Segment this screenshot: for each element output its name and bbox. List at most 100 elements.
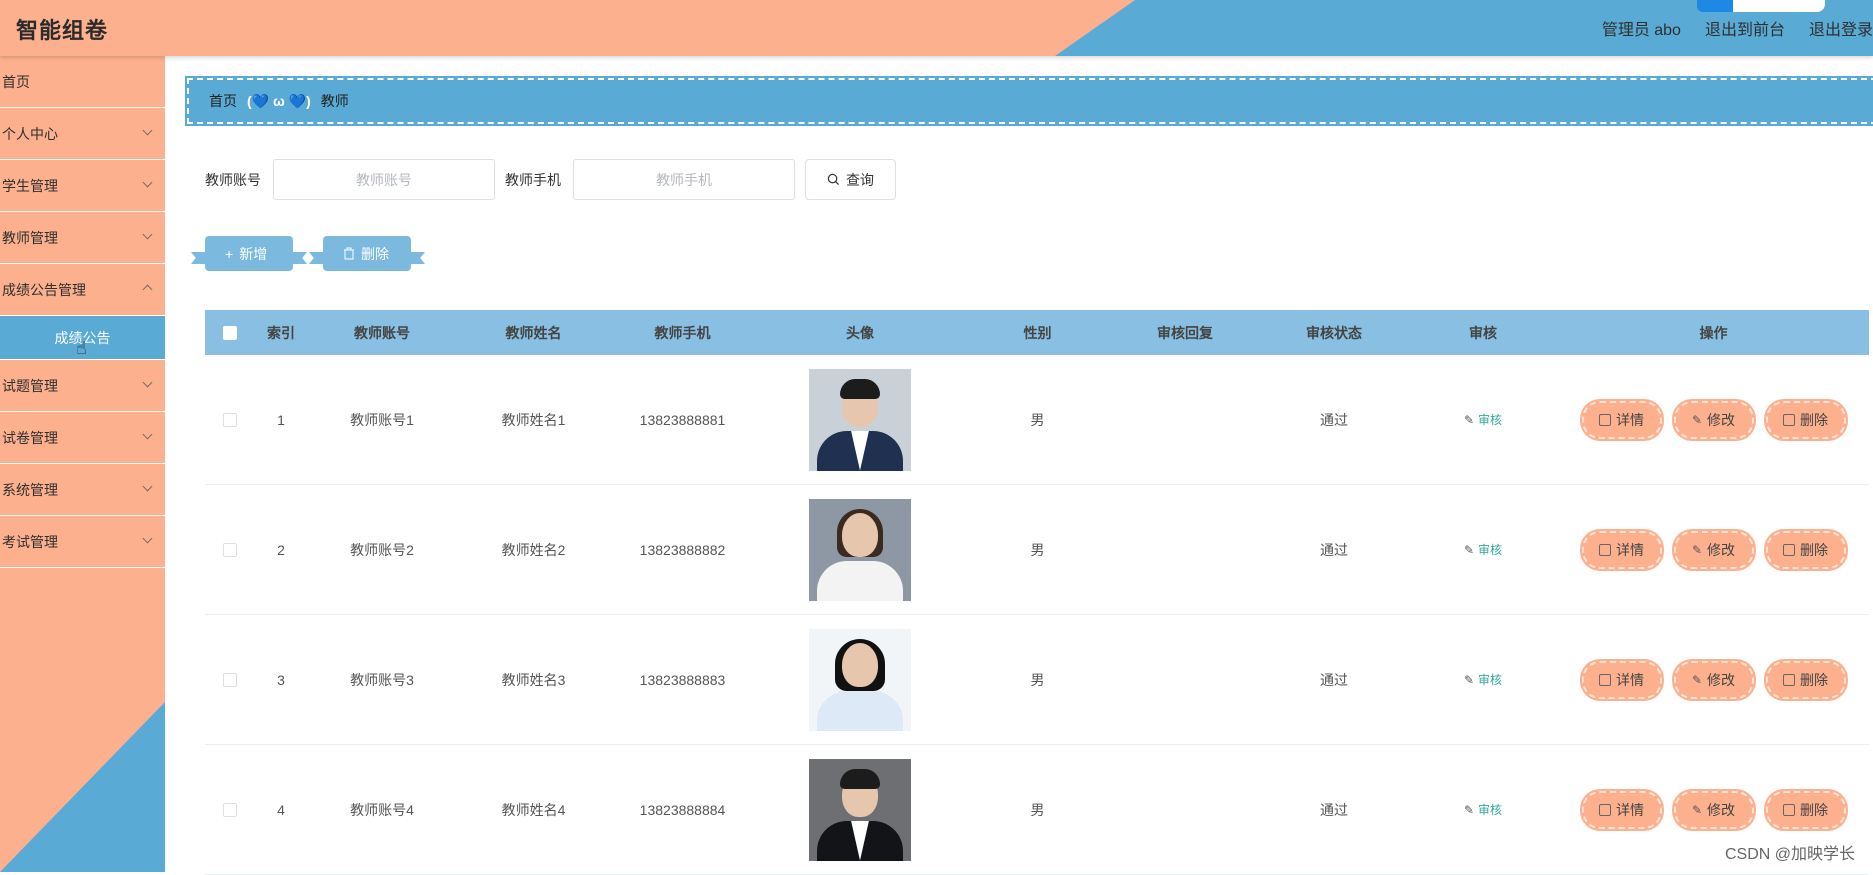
audit-link[interactable]: ✎ 审核 [1464,671,1502,688]
edit-button[interactable]: ✎修改 [1674,791,1754,829]
audit-link-label: 审核 [1478,671,1502,688]
cell-index: 1 [255,412,307,428]
sidebar-item-system-management[interactable]: 系统管理 [0,464,165,516]
chevron-down-icon [143,534,153,544]
audit-link-label: 审核 [1478,541,1502,558]
delete-button-label: 删除 [1800,800,1828,820]
add-button[interactable]: + 新增 [205,236,293,271]
edit-button[interactable]: ✎ 修改 [1674,661,1754,699]
cell-status: 通过 [1260,800,1408,820]
admin-user-label: 管理员 abo [1602,16,1681,40]
chevron-down-icon [143,482,153,492]
sidebar-item-label: 教师管理 [2,228,58,248]
pen-icon: ✎ [1692,673,1702,687]
column-header: 性别 [965,323,1110,343]
sidebar-item-question-management[interactable]: 试题管理 [0,360,165,412]
audit-link[interactable]: ✎审核 [1464,411,1502,428]
cell-sex: 男 [965,410,1110,430]
column-header: 索引 [255,323,307,343]
batch-delete-button[interactable]: 删除 [323,236,411,271]
delete-button-label: 删除 [1800,670,1828,690]
cell-name: 教师姓名3 [457,670,610,690]
delete-button-label: 删除 [1800,410,1828,430]
chevron-down-icon [143,126,153,136]
action-buttons: + 新增 删除 [205,236,411,271]
edit-button-label: 修改 [1707,540,1735,560]
edit-button[interactable]: ✎ 修改 [1674,401,1754,439]
document-icon [1599,414,1611,426]
document-icon [1599,804,1611,816]
cell-account: 教师账号1 [307,410,457,430]
query-button[interactable]: 查询 [805,159,896,200]
cell-account: 教师账号2 [307,540,457,560]
pen-icon: ✎ [1464,673,1474,687]
audit-link[interactable]: ✎ 审核 [1464,541,1502,558]
row-checkbox[interactable] [223,413,237,427]
hand-cursor-icon: ☝ [76,338,87,359]
edit-button-label: 修改 [1707,410,1735,430]
breadcrumb-current: 教师 [321,91,349,111]
sidebar-subitem-score-notice[interactable]: 成绩公告 ☝ [0,316,165,360]
detail-button[interactable]: 详情 [1582,661,1662,699]
cell-status: 通过 [1260,670,1408,690]
pen-icon: ✎ [1464,543,1474,557]
watermark-text: CSDN @加映学长 [1725,840,1855,864]
cell-status: 通过 [1260,540,1408,560]
breadcrumb-home[interactable]: 首页 [209,91,237,111]
column-header: 审核回复 [1110,323,1260,343]
edit-button-label: 修改 [1707,670,1735,690]
logout-link[interactable]: 退出登录 [1809,16,1873,40]
trash-icon [1783,544,1795,556]
sidebar-item-label: 试卷管理 [2,428,58,448]
app-title: 智能组卷 [16,13,108,45]
sidebar-item-exam-management[interactable]: 考试管理 [0,516,165,568]
pen-icon: ✎ [1692,413,1702,427]
audit-link-label: 审核 [1478,411,1502,428]
row-checkbox[interactable] [223,803,237,817]
row-checkbox[interactable] [223,543,237,557]
detail-button-label: 详情 [1616,800,1644,820]
sidebar-item-home[interactable]: 首页 [0,56,165,108]
avatar-man-suit [809,369,911,471]
edit-button[interactable]: ✎修改 [1674,531,1754,569]
sidebar-item-teacher-management[interactable]: 教师管理 [0,212,165,264]
breadcrumb-separator: (💙 ω 💙) [247,93,311,110]
column-header: 教师账号 [307,323,457,343]
detail-button[interactable]: 详情 [1582,401,1662,439]
delete-button[interactable]: 删除 [1766,531,1846,569]
sidebar-blue-triangle [0,702,165,872]
sidebar-item-personal-center[interactable]: 个人中心 [0,108,165,160]
sidebar-item-paper-management[interactable]: 试卷管理 [0,412,165,464]
phone-search-input[interactable] [573,159,795,200]
pen-icon: ✎ [1692,803,1702,817]
delete-button[interactable]: 删除 [1766,401,1846,439]
back-to-frontend-link[interactable]: 退出到前台 [1705,16,1785,40]
top-header: 智能组卷 管理员 abo 退出到前台 退出登录 [0,0,1873,56]
table-row: 3 教师账号3 教师姓名3 13823888883 男 通过 ✎审核 详情 ✎修… [205,615,1869,745]
trash-icon [1783,414,1795,426]
avatar-woman-blue-shirt [809,629,911,731]
detail-button[interactable]: 详情 [1582,791,1662,829]
column-header: 头像 [755,323,965,343]
sidebar-item-label: 系统管理 [2,480,58,500]
document-icon [1599,544,1611,556]
column-header: 审核状态 [1260,323,1408,343]
pen-icon: ✎ [1464,803,1474,817]
cell-index: 3 [255,672,307,688]
detail-button[interactable]: 详情 [1582,531,1662,569]
audit-link[interactable]: ✎审核 [1464,801,1502,818]
avatar-man-dark-suit [809,759,911,861]
trash-icon [1783,804,1795,816]
sidebar-item-student-management[interactable]: 学生管理 [0,160,165,212]
teacher-table: 索引 教师账号 教师姓名 教师手机 头像 性别 审核回复 审核状态 审核 操作 … [205,310,1869,875]
delete-button[interactable]: 删除 [1766,661,1846,699]
account-search-input[interactable] [273,159,495,200]
row-checkbox[interactable] [223,673,237,687]
cell-sex: 男 [965,540,1110,560]
sidebar-item-label: 个人中心 [2,124,58,144]
breadcrumb: 首页 (💙 ω 💙) 教师 [187,78,1873,124]
select-all-checkbox[interactable] [223,326,237,340]
sidebar-item-score-notice-management[interactable]: 成绩公告管理 [0,264,165,316]
phone-label: 教师手机 [505,170,561,190]
delete-button[interactable]: 删除 [1766,791,1846,829]
